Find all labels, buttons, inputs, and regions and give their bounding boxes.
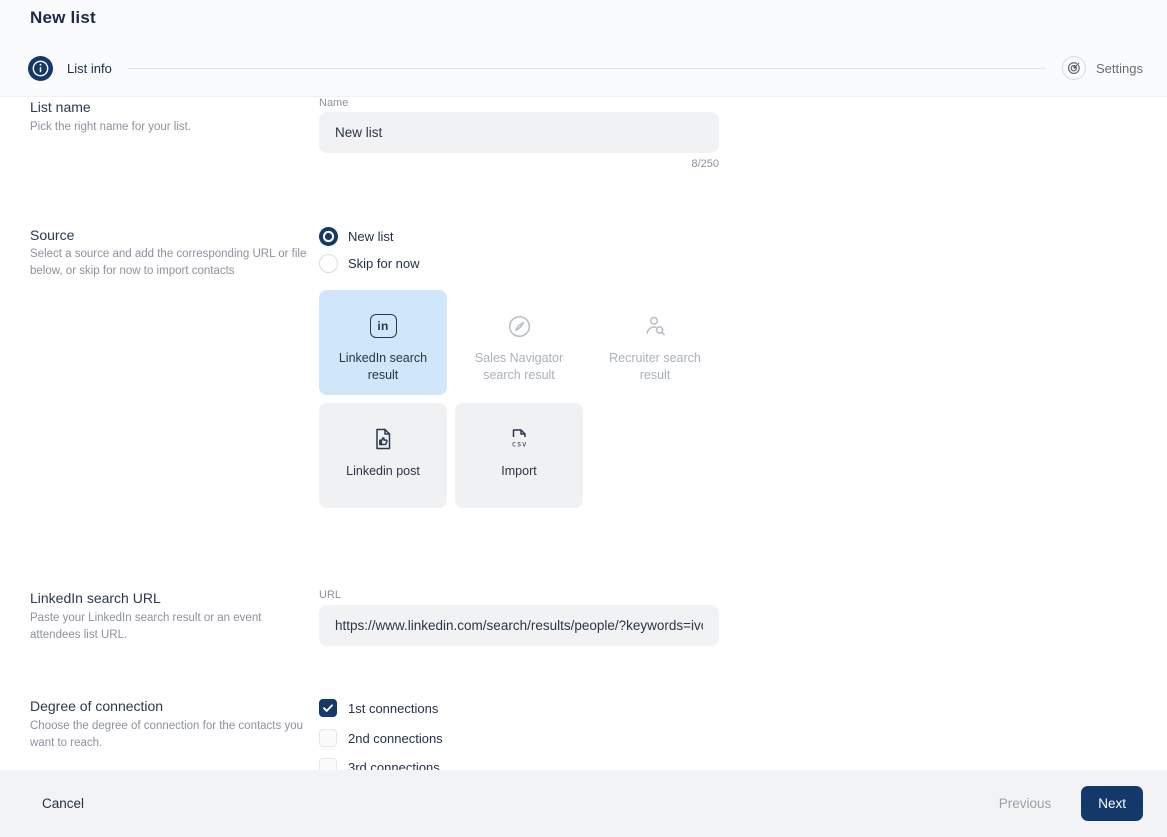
url-input-label: URL xyxy=(319,589,341,601)
card-linkedin-post[interactable]: Linkedin post xyxy=(319,403,447,508)
header: New list List info Setti xyxy=(0,0,1167,97)
name-input-label: Name xyxy=(319,97,348,109)
page-title: New list xyxy=(30,8,96,28)
stepper: List info Settings xyxy=(28,55,1143,81)
radio-new-list-label: New list xyxy=(348,229,394,244)
stepper-step-list-info[interactable]: List info xyxy=(67,61,112,76)
linkedin-url-description: Paste your LinkedIn search result or an … xyxy=(30,610,285,643)
card-linkedin-search-result[interactable]: in LinkedIn search result xyxy=(319,290,447,395)
card-import-csv[interactable]: csv Import xyxy=(455,403,583,508)
radio-skip-label: Skip for now xyxy=(348,256,420,271)
stepper-connector-line xyxy=(128,68,1046,69)
card-sales-navigator[interactable]: Sales Navigator search result xyxy=(455,290,583,395)
compass-icon xyxy=(506,311,533,341)
list-name-description: Pick the right name for your list. xyxy=(30,119,310,136)
degree-heading: Degree of connection xyxy=(30,698,163,714)
list-name-heading: List name xyxy=(30,99,91,115)
url-input[interactable] xyxy=(319,605,719,646)
target-icon xyxy=(1062,56,1086,80)
radio-new-list[interactable]: New list xyxy=(319,227,394,246)
radio-unselected-icon xyxy=(319,254,338,273)
checkbox-checked-icon xyxy=(319,699,337,717)
checkbox-2nd-connections[interactable]: 2nd connections xyxy=(319,729,443,747)
previous-button[interactable]: Previous xyxy=(999,796,1052,811)
char-counter: 8/250 xyxy=(319,158,719,170)
radio-skip-for-now[interactable]: Skip for now xyxy=(319,254,420,273)
degree-description: Choose the degree of connection for the … xyxy=(30,718,320,751)
linkedin-url-heading: LinkedIn search URL xyxy=(30,590,161,606)
post-thumbs-up-icon xyxy=(370,424,396,454)
linkedin-in-icon: in xyxy=(370,311,397,341)
csv-file-icon: csv xyxy=(506,424,532,454)
card-recruiter-search[interactable]: Recruiter search result xyxy=(591,290,719,395)
next-button[interactable]: Next xyxy=(1081,786,1143,821)
source-heading: Source xyxy=(30,227,74,243)
info-icon xyxy=(28,56,53,81)
name-input[interactable] xyxy=(319,112,719,153)
person-search-icon xyxy=(642,311,669,341)
new-list-dialog: New list List info Setti xyxy=(0,0,1167,837)
svg-text:csv: csv xyxy=(512,440,527,449)
checkbox-unchecked-icon xyxy=(319,729,337,747)
source-description: Select a source and add the correspondin… xyxy=(30,246,315,279)
footer-bar: Cancel Previous Next xyxy=(0,770,1167,837)
source-cards: in LinkedIn search result Sales Navigato… xyxy=(319,290,719,508)
cancel-button[interactable]: Cancel xyxy=(42,796,84,811)
stepper-step-settings[interactable]: Settings xyxy=(1096,61,1143,76)
radio-selected-icon xyxy=(319,227,338,246)
checkbox-1st-connections[interactable]: 1st connections xyxy=(319,699,438,717)
